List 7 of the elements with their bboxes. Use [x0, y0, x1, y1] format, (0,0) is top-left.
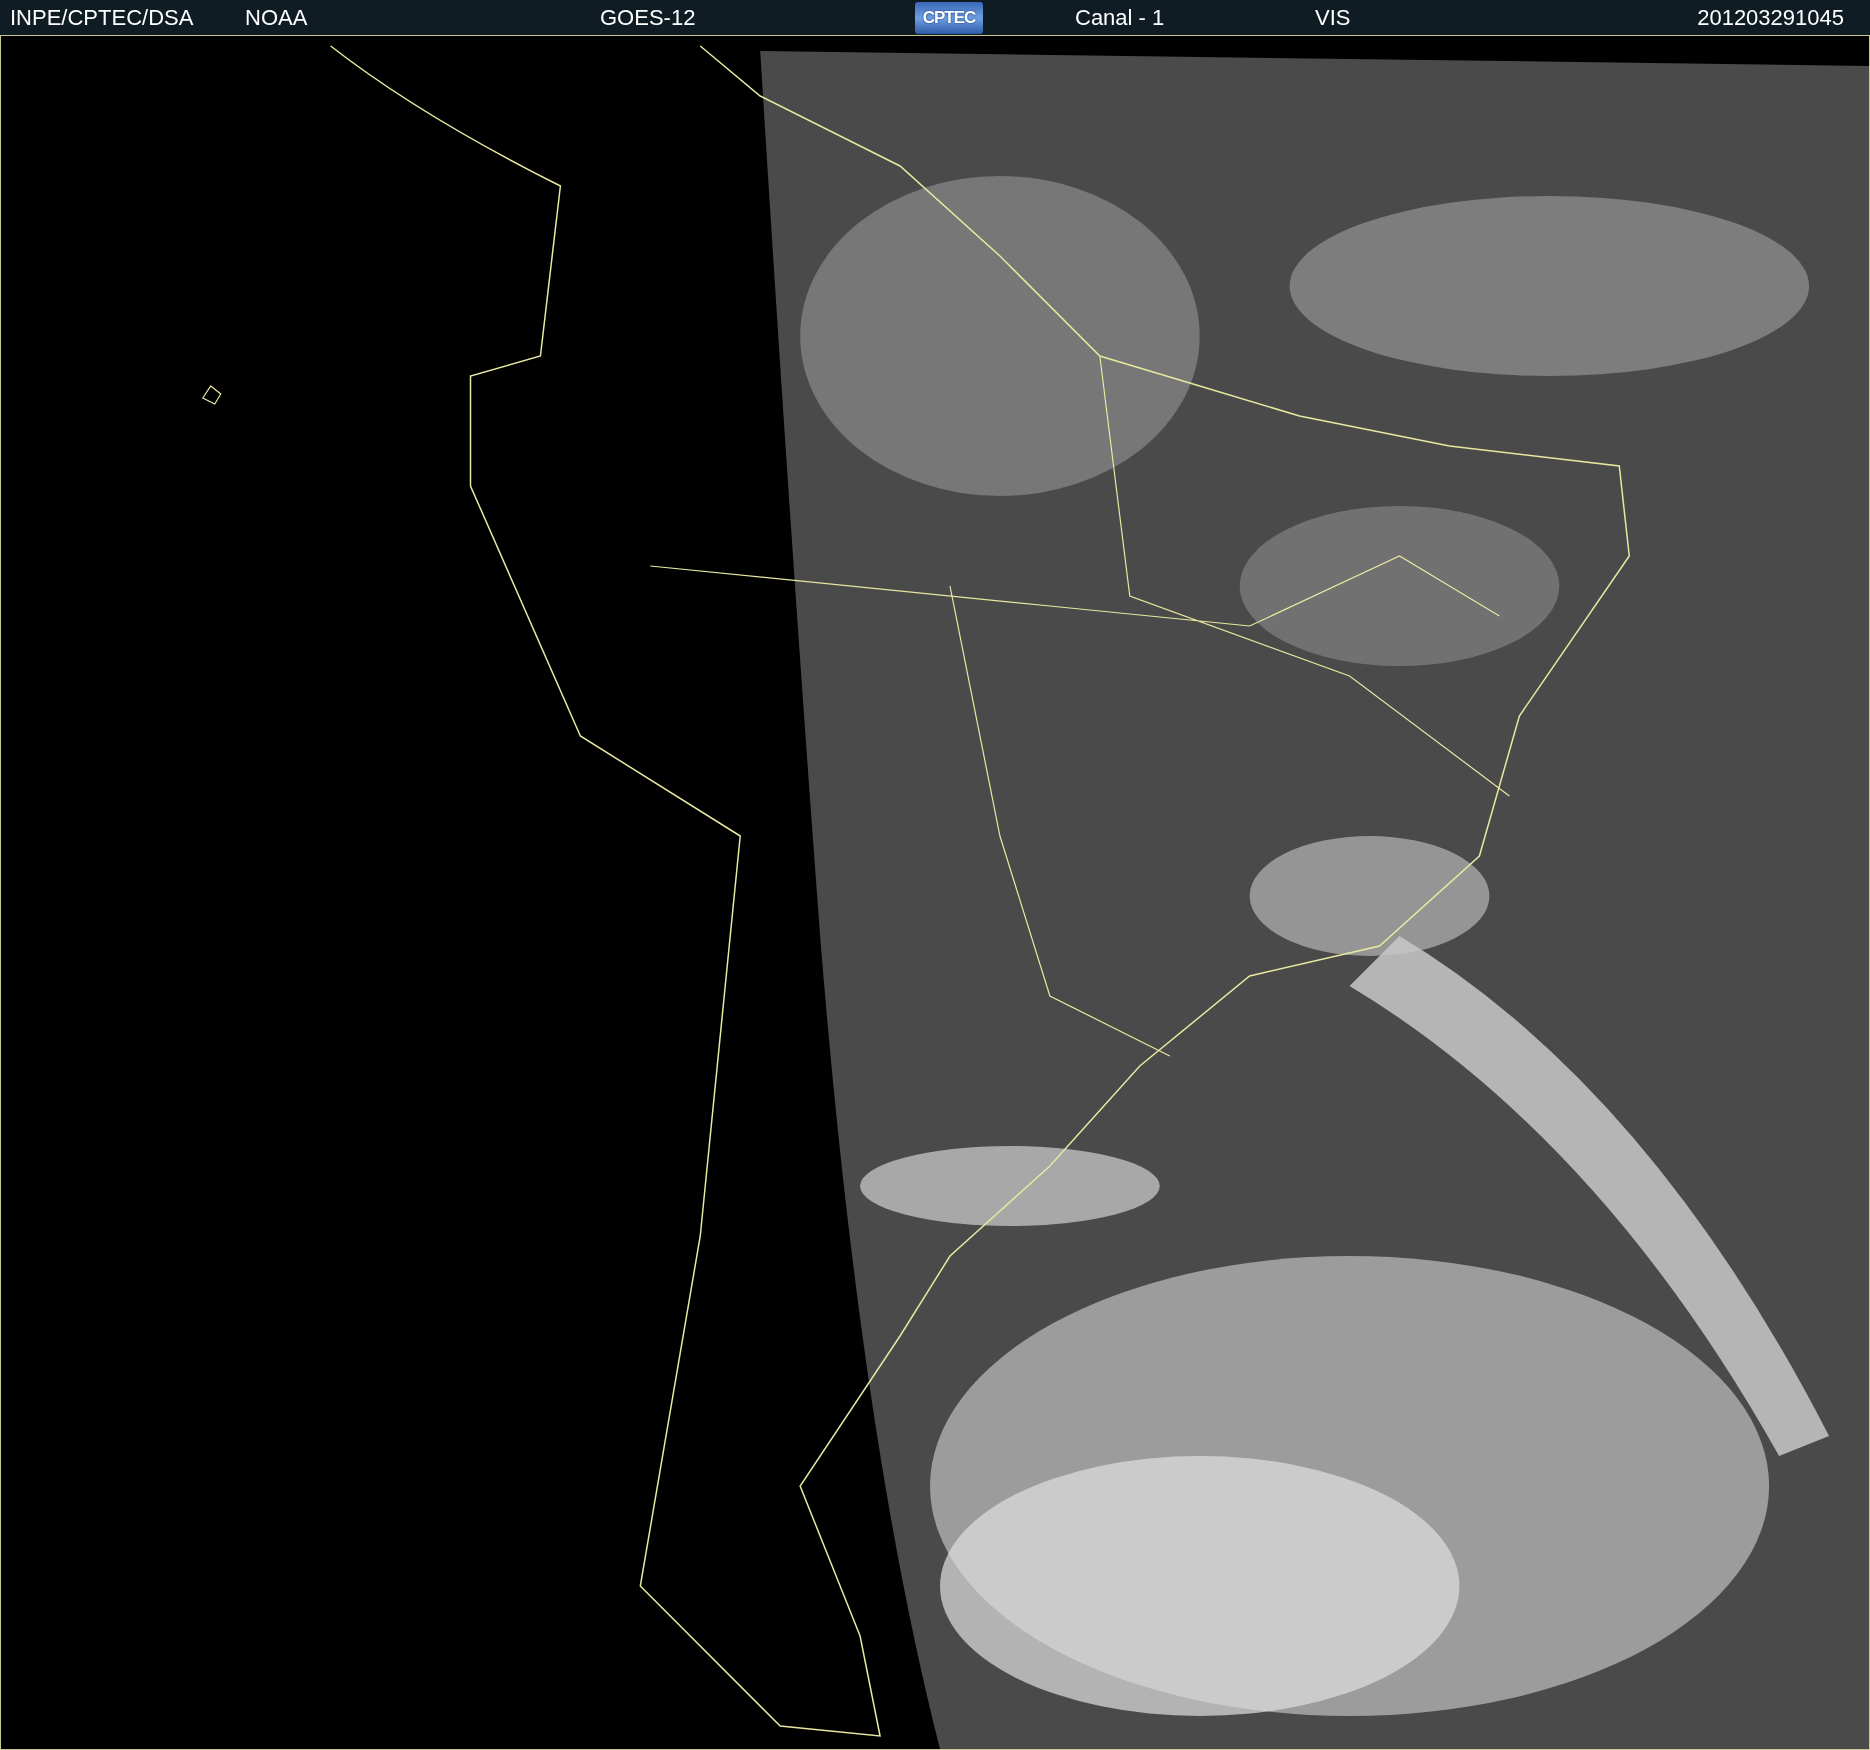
source-label: INPE/CPTEC/DSA — [10, 4, 194, 31]
band-label: VIS — [1315, 4, 1351, 31]
agency-label: NOAA — [245, 4, 308, 31]
channel-label: Canal - 1 — [1075, 4, 1165, 31]
satellite-label: GOES-12 — [600, 4, 696, 31]
logo: CPTEC — [915, 1, 983, 34]
timestamp-label: 201203291045 — [1697, 4, 1845, 31]
